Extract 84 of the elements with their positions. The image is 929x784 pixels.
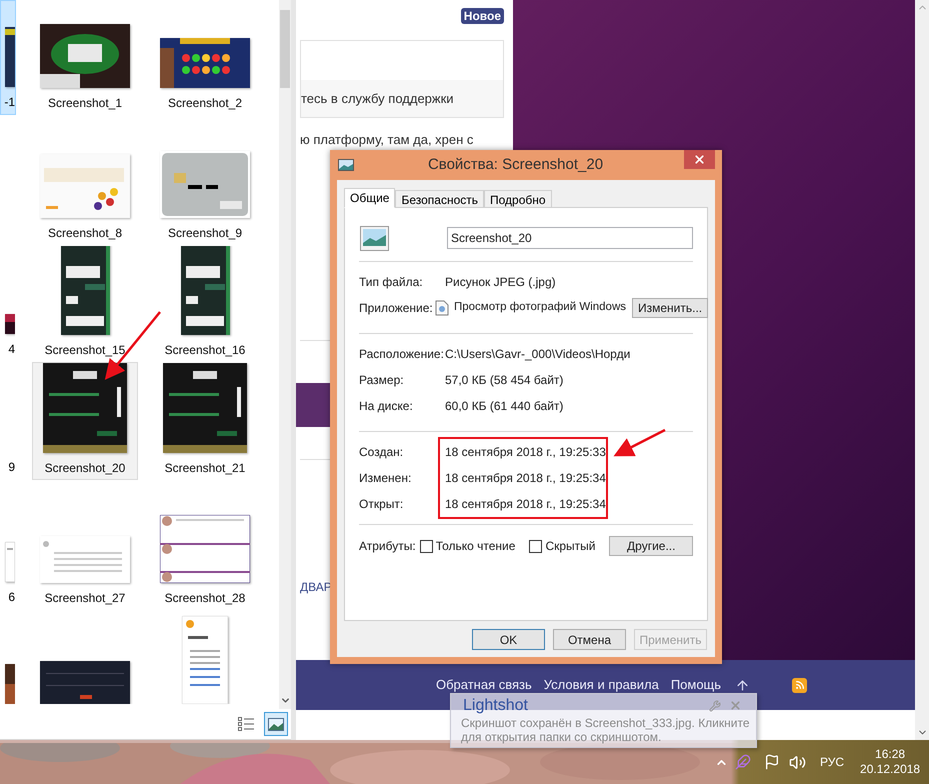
file-item[interactable]: Screenshot_28 <box>152 480 258 610</box>
file-name: Screenshot_27 <box>44 591 126 606</box>
file-item[interactable]: Screenshot_1 <box>32 0 138 115</box>
file-item[interactable]: Screenshot_21 <box>152 362 258 480</box>
file-item[interactable]: -1 <box>0 0 16 115</box>
image-icon <box>338 159 354 171</box>
file-name: Screenshot_9 <box>168 226 242 241</box>
tab[interactable]: Общие <box>344 188 396 208</box>
footer-link[interactable]: Помощь <box>670 675 722 695</box>
speaker-icon[interactable] <box>789 754 806 770</box>
dialog-button[interactable]: OK <box>472 629 545 650</box>
file-item[interactable]: Screenshot_20 <box>32 362 138 480</box>
image-icon <box>360 226 389 250</box>
file-item[interactable]: 4 <box>0 245 16 362</box>
checkbox[interactable] <box>529 540 542 552</box>
language-indicator[interactable]: РУС <box>820 753 844 771</box>
checkbox-label: Скрытый <box>545 538 596 555</box>
file-name: 6 <box>8 590 15 605</box>
file-icon <box>435 300 449 316</box>
property-label: На диске: <box>359 398 413 415</box>
clock[interactable]: 16:28 20.12.2018 <box>860 747 920 777</box>
flag-icon[interactable] <box>764 754 780 770</box>
property-value: Рисунок JPEG (.jpg) <box>445 274 556 291</box>
file-name: Screenshot_16 <box>164 343 246 358</box>
file-name: -1 <box>4 95 15 110</box>
file-item[interactable]: Screenshot_9 <box>152 115 258 245</box>
file-name-field[interactable]: Screenshot_20 <box>447 227 693 249</box>
window-title: Свойства: Screenshot_20 <box>428 154 604 175</box>
file-name: Screenshot_20 <box>44 461 126 476</box>
new-badge: Новое <box>460 8 504 24</box>
details-view-icon <box>238 717 254 731</box>
tab[interactable]: Безопасность <box>395 190 484 207</box>
checkbox[interactable] <box>420 540 433 552</box>
tab[interactable]: Подробно <box>484 190 552 207</box>
property-label: Тип файла: <box>359 274 423 291</box>
file-name: 9 <box>8 460 15 475</box>
change-button[interactable]: Изменить... <box>632 298 708 318</box>
dialog-button[interactable]: Отмена <box>553 629 626 650</box>
file-item[interactable]: 9 <box>0 362 16 480</box>
property-label: Расположение: <box>359 346 444 363</box>
property-value: 18 сентября 2018 г., 19:25:34 <box>445 496 606 513</box>
property-label: Размер: <box>359 372 404 389</box>
property-label: Создан: <box>359 444 404 461</box>
property-label: Атрибуты: <box>359 538 416 555</box>
property-value: 18 сентября 2018 г., 19:25:34 <box>445 470 606 487</box>
file-name: 4 <box>8 342 15 357</box>
file-name: Screenshot_2 <box>168 96 242 111</box>
file-item[interactable]: Screenshot_8 <box>32 115 138 245</box>
file-item[interactable]: Screenshot_15 <box>32 245 138 362</box>
file-name: Screenshot_21 <box>164 461 246 476</box>
checkbox-label: Только чтение <box>436 538 516 555</box>
property-label: Изменен: <box>359 470 412 487</box>
file-name: Screenshot_28 <box>164 591 246 606</box>
file-item[interactable]: Screenshot_2 <box>152 0 258 115</box>
footer-link[interactable]: Условия и правила <box>544 675 659 695</box>
annotation-arrow <box>614 428 666 456</box>
property-value: C:\Users\Gavr-_000\Videos\Норди <box>445 346 630 363</box>
scrollbar-thumb[interactable] <box>280 10 290 88</box>
advanced-button[interactable]: Другие... <box>609 536 693 556</box>
file-name: Screenshot_15 <box>44 343 126 358</box>
file-name: Screenshot_1 <box>48 96 122 111</box>
close-icon <box>693 153 706 166</box>
close-button[interactable] <box>684 150 715 169</box>
notification-text: Скриншот сохранён в Screenshot_333.jpg. Кликните для открытия папки со скриншотом. <box>461 716 751 744</box>
view-button[interactable] <box>264 712 288 736</box>
clock-date: 20.12.2018 <box>860 762 920 777</box>
property-value: Просмотр фотографий Windows <box>454 300 626 316</box>
file-item[interactable]: 6 <box>0 480 16 610</box>
property-label: Открыт: <box>359 496 404 513</box>
support-text: тесь в службу поддержки <box>301 90 454 108</box>
clock-time: 16:28 <box>875 747 906 762</box>
body-text: ю платформу, там да, хрен с <box>300 131 474 149</box>
thumbnail-view-icon <box>268 718 284 730</box>
footer-link[interactable]: Обратная связь <box>436 675 532 695</box>
scroll-top-icon[interactable] <box>735 678 750 692</box>
file-item[interactable]: Screenshot_16 <box>152 245 258 362</box>
property-value: 57,0 КБ (58 454 байт) <box>445 372 564 389</box>
file-name: Screenshot_8 <box>48 226 122 241</box>
rss-icon[interactable] <box>792 678 808 692</box>
notification-title: Lightshot <box>463 696 528 715</box>
property-value: 18 сентября 2018 г., 19:25:33 <box>445 444 606 461</box>
file-item[interactable]: Screenshot_27 <box>32 480 138 610</box>
property-value: 60,0 КБ (61 440 байт) <box>445 398 564 415</box>
property-label: Приложение: <box>359 300 433 317</box>
